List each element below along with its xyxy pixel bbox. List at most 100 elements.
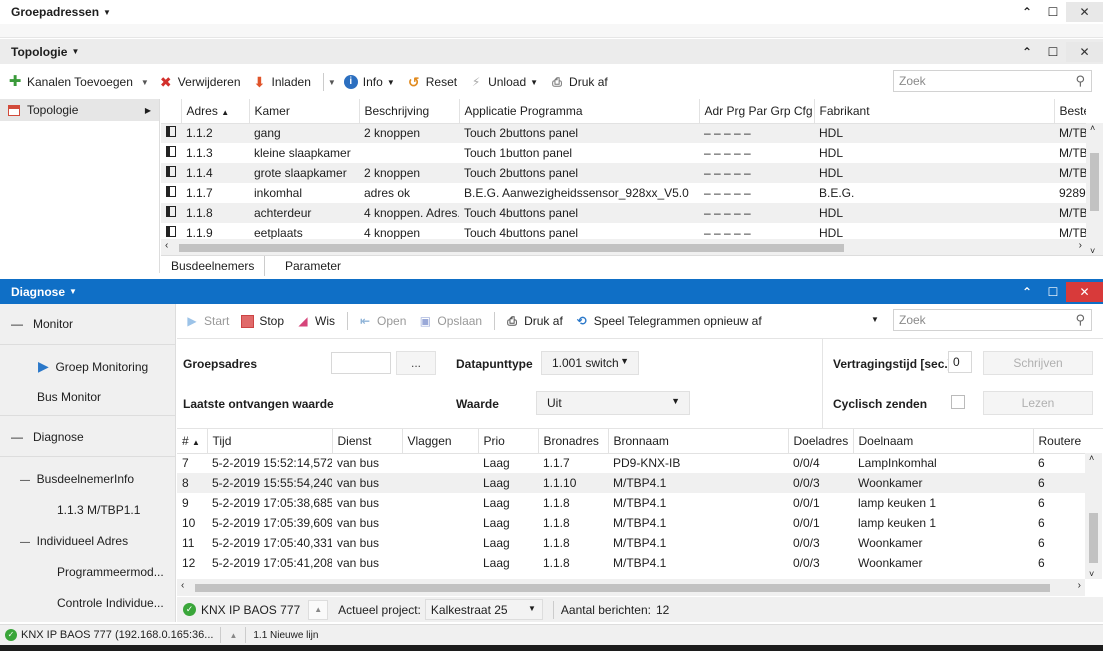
table-row[interactable]: 8 5-2-2019 15:55:54,240 van bus Laag 1.1.10 M… — [177, 473, 1085, 493]
col-applicatie[interactable]: Applicatie Programma — [459, 99, 700, 124]
opslaan-button[interactable]: ▣ Opslaan — [418, 314, 482, 328]
col-prio[interactable]: Prio — [478, 429, 539, 454]
sidebar-item-groep-monitoring[interactable]: ▶ Groep Monitoring — [38, 358, 148, 375]
tree-item-topologie[interactable]: Topologie ▶ — [0, 99, 159, 121]
arrow-up-icon[interactable]: ▲ — [229, 631, 237, 640]
topologie-header[interactable]: Topologie ▼ ⌃ ☐ ✕ — [0, 39, 1103, 64]
sidebar-item-bus-monitor[interactable]: Bus Monitor — [37, 390, 101, 404]
reset-button[interactable]: ↺ Reset — [407, 75, 457, 89]
tab-parameter[interactable]: Parameter — [275, 256, 351, 276]
browse-button[interactable]: ... — [396, 351, 436, 375]
diagnose-vscrollbar[interactable]: ˄ ˅ — [1085, 453, 1102, 579]
chevron-right-icon[interactable]: ▶ — [145, 106, 151, 115]
col-bronnaam[interactable]: Bronnaam — [608, 429, 789, 454]
sidebar-item-busdeelnemerinfo[interactable]: — BusdeelnemerInfo — [20, 472, 134, 486]
col-bronadres[interactable]: Bronadres — [538, 429, 609, 454]
collapse-icon[interactable]: ⌃ — [1014, 5, 1040, 19]
stop-button[interactable]: Stop — [241, 314, 284, 328]
col-adres[interactable]: Adres ▲ — [181, 99, 250, 124]
wis-button[interactable]: ◢ Wis — [296, 314, 335, 328]
waarde-select[interactable]: Uit ▼ — [536, 391, 690, 415]
scroll-left-icon[interactable]: ‹ — [181, 580, 184, 591]
maximize-icon[interactable]: ☐ — [1040, 45, 1066, 59]
scroll-thumb[interactable] — [1090, 153, 1099, 211]
table-row[interactable]: 10 5-2-2019 17:05:39,609 van bus Laag 1.1.8 M… — [177, 513, 1085, 533]
table-row[interactable]: 1.1.8 achterdeur 4 knoppen. Adres... Touch … — [161, 203, 1086, 223]
table-row[interactable]: 1.1.3 kleine slaapkamer Touch 1button pane… — [161, 143, 1086, 163]
col-beste[interactable]: Beste — [1054, 99, 1086, 124]
sidebar-item-diagnose[interactable]: — Diagnose — [11, 430, 84, 444]
cyclisch-checkbox[interactable] — [951, 395, 965, 409]
info-button[interactable]: i Info ▼ — [343, 75, 395, 89]
scroll-right-icon[interactable]: › — [1079, 240, 1082, 251]
scroll-thumb[interactable] — [179, 244, 844, 252]
scroll-up-icon[interactable]: ˄ — [1089, 453, 1094, 463]
scroll-left-icon[interactable]: ‹ — [165, 240, 168, 251]
col-number[interactable]: # ▲ — [177, 429, 208, 454]
topologie-vscrollbar[interactable]: ˄ ˅ — [1086, 123, 1103, 256]
connection-status[interactable]: KNX IP BAOS 777 (192.168.0.165:36... — [21, 629, 213, 641]
load-button[interactable]: ⬇ Inladen — [253, 75, 311, 89]
maximize-icon[interactable]: ☐ — [1040, 5, 1066, 19]
table-row[interactable]: 7 5-2-2019 15:52:14,572 van bus Laag 1.1.7 PD… — [177, 453, 1085, 473]
sidebar-item-programmeermodus[interactable]: Programmeermod... — [57, 565, 164, 579]
diagnose-header[interactable]: Diagnose ▼ ⌃ ☐ ✕ — [0, 279, 1103, 304]
table-row[interactable]: 11 5-2-2019 17:05:40,331 van bus Laag 1.1.8 M… — [177, 533, 1085, 553]
sidebar-item-device[interactable]: 1.1.3 M/TBP1.1 — [57, 503, 140, 517]
close-icon[interactable]: ✕ — [1066, 41, 1103, 62]
scroll-right-icon[interactable]: › — [1078, 580, 1081, 591]
col-doelnaam[interactable]: Doelnaam — [853, 429, 1034, 454]
topologie-hscrollbar[interactable]: ‹ › — [161, 239, 1086, 256]
scroll-thumb[interactable] — [195, 584, 1050, 592]
chevron-down-icon[interactable]: ▼ — [103, 8, 111, 17]
collapse-icon[interactable]: ⌃ — [1014, 45, 1040, 59]
unload-button[interactable]: ⚡ Unload ▼ — [469, 75, 538, 89]
chevron-down-icon[interactable]: ▼ — [69, 287, 77, 296]
col-beschrijving[interactable]: Beschrijving — [359, 99, 460, 124]
table-row[interactable]: 1.1.2 gang 2 knoppen Touch 2buttons panel – … — [161, 123, 1086, 143]
col-fabrikant[interactable]: Fabrikant — [814, 99, 1055, 124]
print-button[interactable]: ⎙ Druk af — [550, 75, 608, 89]
add-channels-button[interactable]: ✚ Kanalen Toevoegen — [8, 74, 133, 89]
col-vlaggen[interactable]: Vlaggen — [402, 429, 479, 454]
topologie-search-input[interactable]: Zoek ⚲ — [893, 70, 1092, 92]
replay-button[interactable]: ⟲ Speel Telegrammen opnieuw af — [575, 314, 762, 328]
interface-dropdown[interactable]: ▲ — [308, 599, 329, 620]
col-kamer[interactable]: Kamer — [249, 99, 360, 124]
chevron-down-icon[interactable]: ▼ — [71, 47, 79, 56]
col-tijd[interactable]: Tijd — [207, 429, 333, 454]
dropdown-arrow-icon[interactable]: ▼ — [141, 78, 149, 87]
sidebar-item-individueel-adres[interactable]: — Individueel Adres — [20, 534, 128, 548]
project-select[interactable]: Kalkestraat 25 ▼ — [424, 599, 543, 620]
groepadressen-header[interactable]: Groepadressen ▼ ⌃ ☐ ✕ — [0, 0, 1103, 24]
remove-button[interactable]: ✖ Verwijderen — [159, 75, 241, 89]
start-button[interactable]: ▶ Start — [185, 314, 229, 328]
dropdown-arrow-icon[interactable]: ▼ — [328, 78, 336, 87]
table-row[interactable]: 1.1.4 grote slaapkamer 2 knoppen Touch 2but… — [161, 163, 1086, 183]
vertraging-input[interactable]: 0 — [948, 351, 972, 373]
diagnose-hscrollbar[interactable]: ‹ › — [177, 579, 1085, 596]
close-icon[interactable]: ✕ — [1066, 2, 1103, 22]
table-row[interactable]: 1.1.9 eetplaats 4 knoppen Touch 4buttons pa… — [161, 223, 1086, 239]
diagnose-search-input[interactable]: Zoek ⚲ — [893, 309, 1092, 331]
table-row[interactable]: 12 5-2-2019 17:05:41,208 van bus Laag 1.1.8 M… — [177, 553, 1085, 573]
sidebar-item-monitor[interactable]: — Monitor — [11, 317, 171, 331]
datapunttype-select[interactable]: 1.001 switch ▼ — [541, 351, 639, 375]
col-routere[interactable]: Routere — [1033, 429, 1085, 454]
scroll-thumb[interactable] — [1089, 513, 1098, 563]
lezen-button[interactable]: Lezen — [983, 391, 1093, 415]
schrijven-button[interactable]: Schrijven — [983, 351, 1093, 375]
open-button[interactable]: ⇤ Open — [358, 314, 406, 328]
close-icon[interactable]: ✕ — [1066, 281, 1103, 302]
scroll-down-icon[interactable]: ˅ — [1089, 569, 1094, 579]
print-button[interactable]: ⎙ Druk af — [505, 314, 563, 328]
tab-busdeelnemers[interactable]: Busdeelnemers — [161, 256, 266, 276]
table-row[interactable]: 9 5-2-2019 17:05:38,685 van bus Laag 1.1.8 M/… — [177, 493, 1085, 513]
sidebar-item-controle[interactable]: Controle Individue... — [57, 596, 164, 610]
col-dienst[interactable]: Dienst — [332, 429, 403, 454]
scroll-up-icon[interactable]: ˄ — [1090, 123, 1095, 133]
maximize-icon[interactable]: ☐ — [1040, 285, 1066, 299]
chevron-down-icon[interactable]: ▼ — [871, 315, 879, 324]
col-doeladres[interactable]: Doeladres — [788, 429, 854, 454]
table-row[interactable]: 1.1.7 inkomhal adres ok B.E.G. Aanwezigheid… — [161, 183, 1086, 203]
